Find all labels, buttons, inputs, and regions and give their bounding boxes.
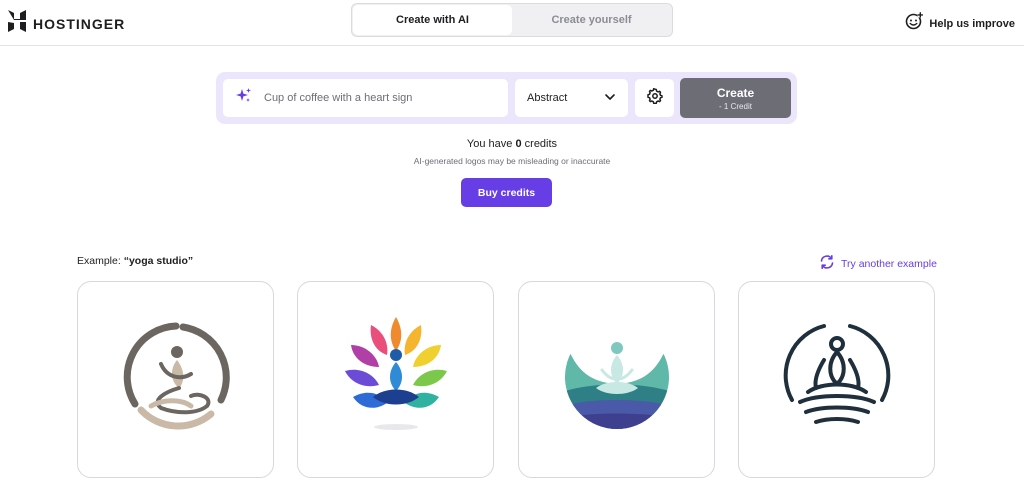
credits-count: 0 <box>515 138 522 150</box>
example-logo-card-2[interactable] <box>297 281 494 478</box>
gear-icon <box>646 87 663 109</box>
credits-prefix: You have <box>466 138 513 150</box>
help-us-improve-label: Help us improve <box>929 17 1015 30</box>
example-prefix: Example: <box>77 255 121 267</box>
example-term: “yoga studio” <box>123 255 194 267</box>
example-logo-card-3[interactable] <box>518 281 715 478</box>
smiley-feedback-icon <box>905 12 924 35</box>
hostinger-logo-icon <box>8 10 26 37</box>
style-select-value: Abstract <box>527 92 568 104</box>
brand-name: HOSTINGER <box>33 15 126 32</box>
try-another-label: Try another example <box>841 257 937 270</box>
example-logo-card-1[interactable] <box>77 281 274 478</box>
yoga-logo-circle-pose-icon <box>121 322 231 437</box>
tab-create-with-ai[interactable]: Create with AI <box>353 5 512 35</box>
create-button[interactable]: Create - 1 Credit <box>680 78 791 118</box>
settings-button[interactable] <box>635 79 674 117</box>
example-logo-card-4[interactable] <box>738 281 935 478</box>
help-us-improve-button[interactable]: Help us improve <box>905 12 1015 35</box>
example-label: Example: “yoga studio” <box>77 255 193 267</box>
chevron-down-icon <box>604 91 616 106</box>
sparkle-icon <box>235 87 252 109</box>
credits-balance: You have 0 credits <box>0 138 1024 150</box>
yoga-logo-lotus-outline-icon <box>782 322 892 437</box>
create-button-cost: - 1 Credit <box>719 101 752 111</box>
credits-suffix: credits <box>524 138 558 150</box>
top-header: HOSTINGER Create with AI Create yourself… <box>0 0 1024 46</box>
prompt-input[interactable] <box>262 91 496 105</box>
yoga-logo-lotus-colorful-icon <box>341 315 451 444</box>
brand-logo[interactable]: HOSTINGER <box>8 10 125 37</box>
buy-credits-button[interactable]: Buy credits <box>461 178 552 207</box>
refresh-icon <box>819 254 835 273</box>
logo-prompt-bar: Abstract Create - 1 Credit <box>216 72 797 124</box>
create-button-label: Create <box>716 85 755 100</box>
ai-disclaimer: AI-generated logos may be misleading or … <box>413 156 611 166</box>
prompt-input-wrapper[interactable] <box>223 79 508 117</box>
mode-toggle: Create with AI Create yourself <box>351 3 673 37</box>
yoga-logo-meditation-teal-icon <box>562 322 672 437</box>
try-another-example-button[interactable]: Try another example <box>819 254 937 273</box>
style-select[interactable]: Abstract <box>515 79 628 117</box>
tab-create-yourself[interactable]: Create yourself <box>512 5 671 35</box>
